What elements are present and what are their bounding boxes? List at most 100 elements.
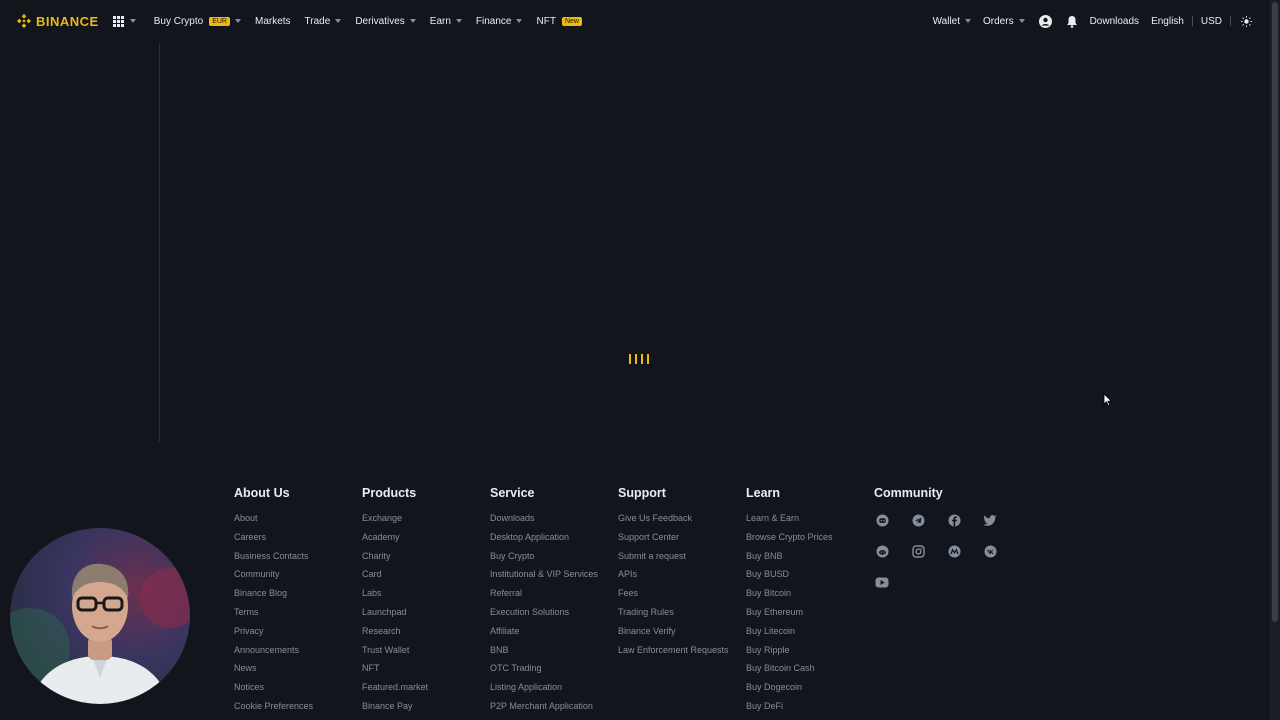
nav-label: Finance (475, 15, 512, 27)
mouse-cursor-icon (1103, 393, 1113, 407)
social-icons-row (874, 512, 1034, 528)
footer-link[interactable]: Affiliate (490, 622, 618, 641)
nav-earn[interactable]: Earn (430, 16, 462, 27)
nav-buy-crypto[interactable]: Buy Crypto EUR (154, 16, 241, 27)
youtube-icon[interactable] (874, 574, 890, 590)
nav-orders[interactable]: Orders (983, 16, 1025, 27)
footer-link[interactable]: Buy Bitcoin Cash (746, 659, 874, 678)
footer-link[interactable]: Terms (234, 603, 362, 622)
nav-trade[interactable]: Trade (305, 16, 342, 27)
chevron-down-icon (129, 19, 136, 23)
footer-link[interactable]: Downloads (490, 509, 618, 528)
footer-link[interactable]: Desktop Application (490, 528, 618, 547)
nav-derivatives[interactable]: Derivatives (355, 15, 416, 27)
telegram-icon[interactable] (910, 512, 926, 528)
instagram-icon[interactable] (910, 543, 926, 559)
footer-link[interactable]: Research (362, 622, 490, 641)
footer-link[interactable]: Labs (362, 584, 490, 603)
discord-icon[interactable] (874, 512, 890, 528)
currency-badge: EUR (209, 16, 230, 26)
footer-link[interactable]: Browse Crypto Prices (746, 528, 874, 547)
footer-link[interactable]: Binance Pay (362, 697, 490, 716)
footer-link[interactable]: Give Us Feedback (618, 509, 746, 528)
footer-link[interactable]: Community (234, 565, 362, 584)
footer-link[interactable]: Buy Litecoin (746, 622, 874, 641)
footer-link[interactable]: P2P Merchant Application (490, 697, 618, 716)
footer-link[interactable]: Announcements (234, 641, 362, 660)
notifications-button[interactable] (1066, 15, 1078, 28)
footer-link[interactable]: Buy Ethereum (746, 603, 874, 622)
nav-label: Wallet (932, 15, 961, 27)
sun-icon (1241, 15, 1252, 27)
chevron-down-icon (455, 19, 462, 23)
footer-column-about: About Us About Careers Business Contacts… (234, 486, 362, 716)
nav-nft[interactable]: NFT New (536, 16, 582, 27)
nav-label: English (1151, 15, 1184, 27)
footer-link[interactable]: Charity (362, 547, 490, 566)
footer-link[interactable]: News (234, 659, 362, 678)
footer-link[interactable]: Law Enforcement Requests (618, 641, 746, 660)
footer-link[interactable]: Buy Dogecoin (746, 678, 874, 697)
footer-link[interactable]: BNB (490, 641, 618, 660)
reddit-icon[interactable] (874, 543, 890, 559)
footer-link[interactable]: Listing Application (490, 678, 618, 697)
footer-link[interactable]: Trust Wallet (362, 641, 490, 660)
footer-link[interactable]: Fees (618, 584, 746, 603)
theme-toggle[interactable] (1241, 15, 1252, 27)
nav-wallet[interactable]: Wallet (932, 15, 972, 27)
footer-link[interactable]: Privacy (234, 622, 362, 641)
nav-finance[interactable]: Finance (476, 16, 523, 27)
binance-logo[interactable]: BINANCE (16, 13, 99, 29)
chevron-down-icon (965, 19, 972, 23)
scrollbar-thumb[interactable] (1272, 2, 1278, 622)
footer-link[interactable]: Referral (490, 584, 618, 603)
footer-link[interactable]: Exchange (362, 509, 490, 528)
footer-link[interactable]: APIs (618, 565, 746, 584)
footer-heading: Products (362, 486, 417, 500)
coinmarketcap-icon[interactable] (946, 543, 962, 559)
footer-link[interactable]: Buy BUSD (746, 565, 874, 584)
apps-menu-button[interactable] (112, 15, 136, 27)
footer-link[interactable]: Execution Solutions (490, 603, 618, 622)
footer-link[interactable]: Institutional & VIP Services (490, 565, 618, 584)
social-icons-row (874, 574, 1034, 590)
facebook-icon[interactable] (946, 512, 962, 528)
footer-link[interactable]: Binance Blog (234, 584, 362, 603)
twitter-icon[interactable] (982, 512, 998, 528)
divider (1230, 16, 1231, 26)
currency-selector[interactable]: USD (1201, 16, 1222, 27)
footer-link[interactable]: Academy (362, 528, 490, 547)
footer-link[interactable]: Submit a request (618, 547, 746, 566)
footer-link[interactable]: NFT (362, 659, 490, 678)
footer-link[interactable]: Featured.market (362, 678, 490, 697)
profile-button[interactable] (1038, 14, 1052, 28)
footer-link[interactable]: Buy Crypto (490, 547, 618, 566)
nav-label: Downloads (1089, 15, 1140, 27)
footer-link[interactable]: Buy Bitcoin (746, 584, 874, 603)
footer-link[interactable]: Notices (234, 678, 362, 697)
footer-link[interactable]: Binance Verify (618, 622, 746, 641)
footer-heading: Support (618, 486, 666, 500)
footer-link[interactable]: Trading Rules (618, 603, 746, 622)
footer-link[interactable]: Buy Ripple (746, 641, 874, 660)
language-selector[interactable]: English (1151, 16, 1184, 27)
nav-downloads[interactable]: Downloads (1090, 16, 1139, 27)
footer-link[interactable]: Card (362, 565, 490, 584)
footer-link[interactable]: Support Center (618, 528, 746, 547)
footer-link[interactable]: Business Contacts (234, 547, 362, 566)
page-scrollbar[interactable] (1270, 0, 1280, 720)
nav-label: Derivatives (355, 15, 405, 27)
footer-link[interactable]: Buy BNB (746, 547, 874, 566)
vk-icon[interactable] (982, 543, 998, 559)
nav-label: Trade (304, 15, 331, 27)
nav-label: Buy Crypto (153, 15, 204, 27)
presenter-video-image (10, 563, 190, 704)
footer-link[interactable]: Buy DeFi (746, 697, 874, 716)
nav-markets[interactable]: Markets (255, 16, 291, 27)
footer-link[interactable]: OTC Trading (490, 659, 618, 678)
footer-link[interactable]: Launchpad (362, 603, 490, 622)
footer-link[interactable]: Learn & Earn (746, 509, 874, 528)
footer-link[interactable]: Careers (234, 528, 362, 547)
footer-link[interactable]: Cookie Preferences (234, 697, 362, 716)
footer-link[interactable]: About (234, 509, 362, 528)
